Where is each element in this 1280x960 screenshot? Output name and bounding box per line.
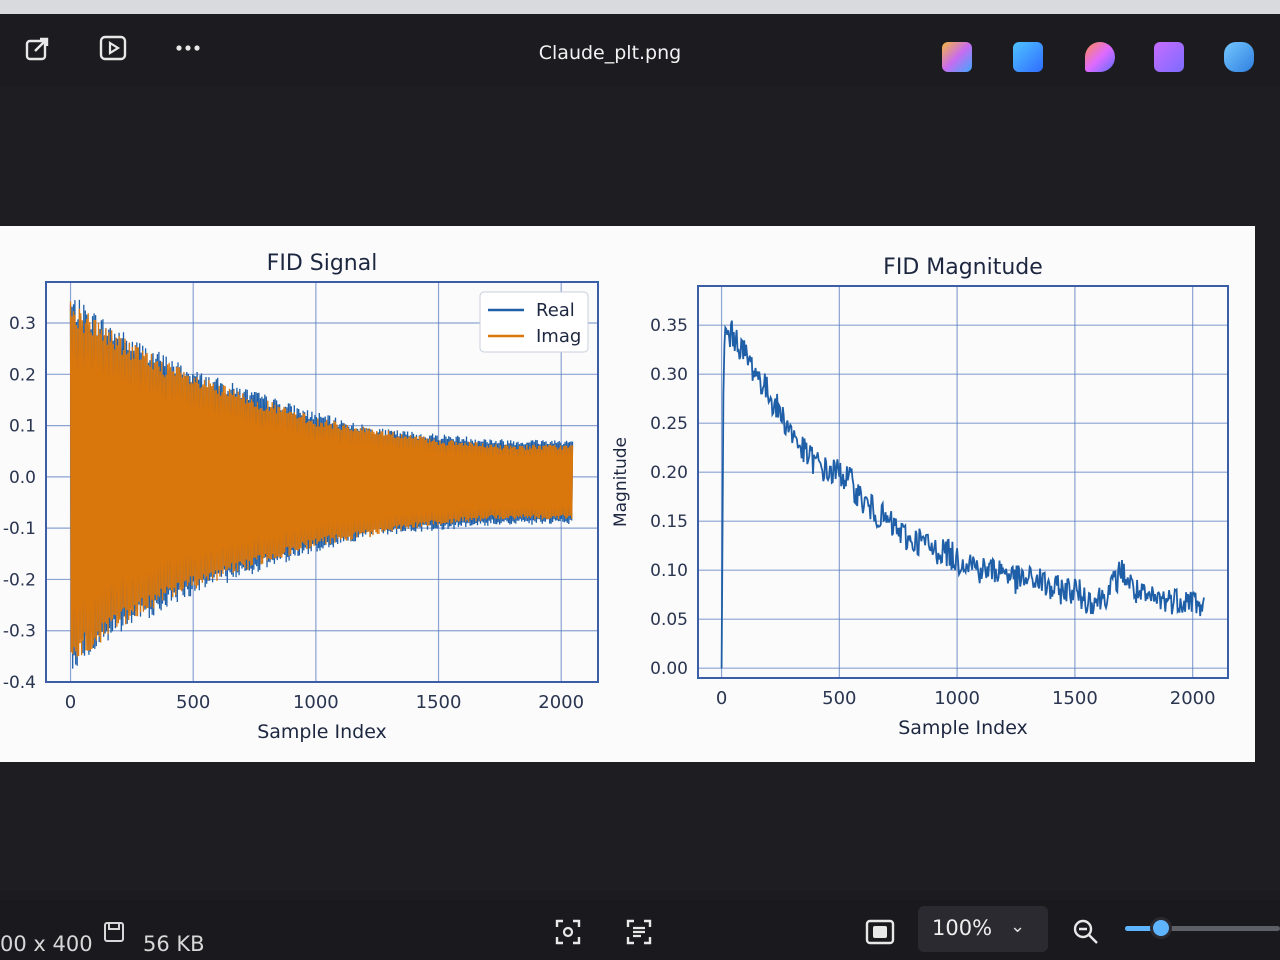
signal-ytick-label: -0.3 <box>3 622 36 642</box>
zoom-slider-thumb[interactable] <box>1150 917 1172 939</box>
scan-icon[interactable] <box>550 914 586 950</box>
magnitude-xtick-label: 1000 <box>934 688 980 709</box>
magnitude-xtick-label: 1500 <box>1052 688 1098 709</box>
magnitude-ytick-label: 0.30 <box>650 365 688 385</box>
legend-label-imag: Imag <box>536 326 581 347</box>
magnitude-ylabel: Magnitude <box>611 437 631 527</box>
magnitude-xtick-label: 2000 <box>1170 688 1216 709</box>
zoom-select[interactable]: 100% ⌄ <box>918 906 1048 952</box>
chevron-down-icon: ⌄ <box>1010 916 1026 937</box>
film-icon[interactable] <box>1154 42 1184 72</box>
signal-xlabel: Sample Index <box>257 721 387 743</box>
signal-xtick-label: 1500 <box>416 692 462 713</box>
window-title: Claude_plt.png <box>538 42 682 64</box>
magnitude-ytick-label: 0.00 <box>650 659 688 679</box>
signal-ytick-label: 0.0 <box>9 468 36 488</box>
signal-title: FID Signal <box>267 251 378 276</box>
text-extract-icon[interactable] <box>621 914 657 950</box>
save-disk-icon <box>100 914 128 950</box>
signal-ytick-label: 0.1 <box>9 417 36 437</box>
magnitude-xlabel: Sample Index <box>898 717 1028 739</box>
signal-series-imag <box>69 301 574 657</box>
signal-ytick-label: 0.2 <box>9 365 36 385</box>
signal-ytick-label: -0.2 <box>3 570 36 590</box>
fit-to-window-icon[interactable] <box>862 914 898 950</box>
magnitude-series-line <box>720 320 1205 669</box>
signal-ytick-label: -0.4 <box>3 673 36 693</box>
zoom-value: 100% <box>932 916 993 940</box>
magnitude-ytick-label: 0.05 <box>650 610 688 630</box>
plots-figure: 0 500 1000 1500 2000 0.3 0.2 0.1 0.0 -0.1 -0.2 -0.3… <box>3 251 1229 743</box>
signal-xtick-label: 0 <box>65 692 76 713</box>
signal-xtick-label: 1000 <box>293 692 339 713</box>
browser-top-strip <box>0 0 1280 14</box>
magnitude-title: FID Magnitude <box>883 255 1043 280</box>
file-size: 56 KB <box>143 932 205 956</box>
legend-label-real: Real <box>536 300 575 321</box>
magnitude-ytick-label: 0.10 <box>650 561 688 581</box>
signal-ytick-label: -0.1 <box>3 519 36 539</box>
more-icon[interactable] <box>170 30 206 66</box>
magnitude-ytick-label: 0.15 <box>650 512 688 532</box>
magnitude-xtick-label: 0 <box>716 688 727 709</box>
signal-xtick-label: 2000 <box>538 692 584 713</box>
magnitude-ytick-label: 0.25 <box>650 414 688 434</box>
signal-ytick-label: 0.3 <box>9 314 36 334</box>
share-icon[interactable] <box>20 30 56 66</box>
magnitude-ytick-label: 0.20 <box>650 463 688 483</box>
displayed-image: 0 500 1000 1500 2000 0.3 0.2 0.1 0.0 -0.1 -0.2 -0.3… <box>0 226 1255 762</box>
zoom-out-icon[interactable] <box>1068 914 1104 950</box>
copilot-icon[interactable] <box>942 42 972 72</box>
magnitude-ytick-label: 0.35 <box>650 316 688 336</box>
clipchamp-icon[interactable] <box>1085 42 1115 72</box>
photos-edit-icon[interactable] <box>1013 42 1043 72</box>
image-dimensions: 00 x 400 <box>0 932 93 956</box>
onedrive-off-icon[interactable] <box>1224 42 1254 72</box>
slideshow-icon[interactable] <box>95 30 131 66</box>
viewer-toolbar: Claude_plt.png <box>0 14 1280 86</box>
magnitude-xtick-label: 500 <box>822 688 856 709</box>
signal-xtick-label: 500 <box>176 692 210 713</box>
